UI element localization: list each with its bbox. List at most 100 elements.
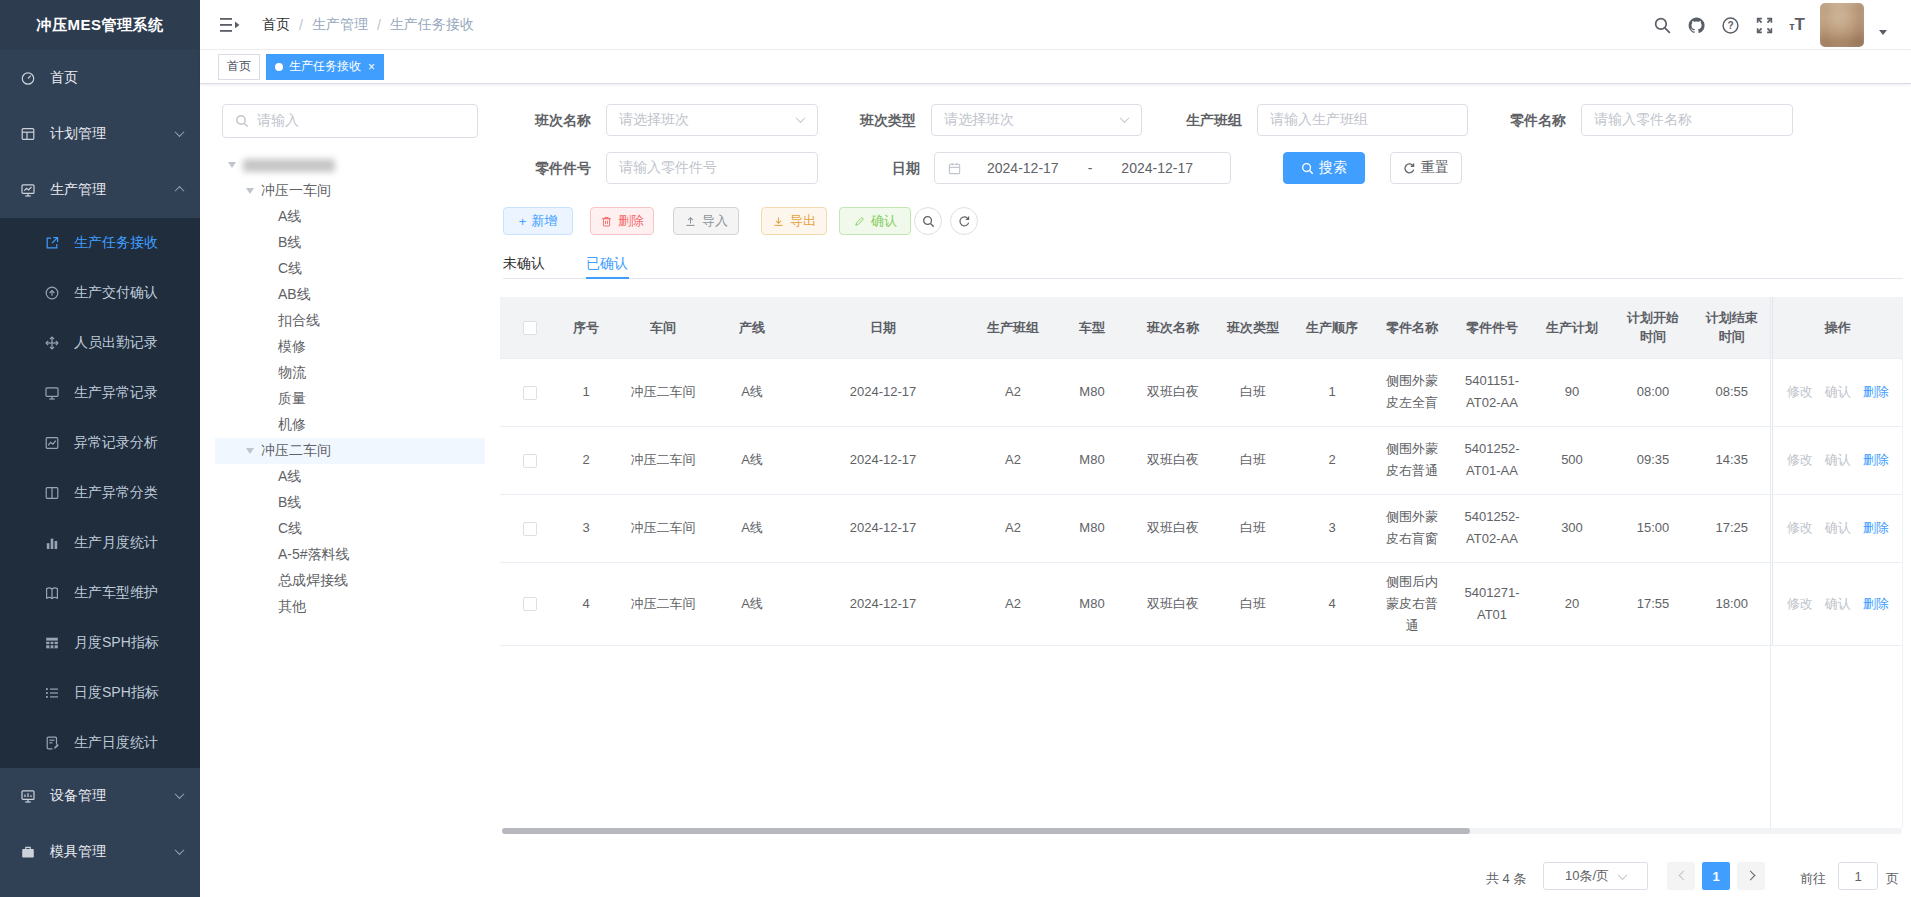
tree-node-9[interactable]: 质量	[215, 386, 485, 412]
page-1-button[interactable]: 1	[1702, 862, 1730, 890]
shift-name-label: 班次名称	[533, 104, 591, 136]
select-all-checkbox[interactable]	[523, 321, 537, 335]
help-icon[interactable]: ?	[1721, 16, 1740, 35]
sidebar-subitem-10[interactable]: 生产日度统计	[0, 718, 200, 768]
hamburger-icon[interactable]	[220, 17, 240, 33]
search-icon[interactable]	[1653, 16, 1672, 35]
delete-link[interactable]: 删除	[1863, 520, 1889, 535]
tree-node-0[interactable]	[215, 152, 485, 178]
table-refresh-button[interactable]	[950, 207, 978, 235]
delete-link[interactable]: 删除	[1863, 384, 1889, 399]
sidebar-subitem-2[interactable]: 人员出勤记录	[0, 318, 200, 368]
date-start[interactable]: 2024-12-17	[962, 160, 1084, 176]
prev-page-button[interactable]	[1667, 862, 1695, 890]
row-checkbox[interactable]	[523, 386, 537, 400]
external-link-icon	[44, 235, 60, 251]
breadcrumb-home[interactable]: 首页	[262, 16, 290, 34]
tree-node-12[interactable]: A线	[215, 464, 485, 490]
github-icon[interactable]	[1687, 16, 1706, 35]
tree-node-8[interactable]: 物流	[215, 360, 485, 386]
next-page-button[interactable]	[1737, 862, 1765, 890]
sidebar-item-4[interactable]: 模具管理	[0, 824, 200, 880]
part-name-input[interactable]: 请输入零件名称	[1581, 104, 1793, 136]
sidebar-subitem-5[interactable]: 生产异常分类	[0, 468, 200, 518]
horizontal-scrollbar-thumb[interactable]	[502, 828, 1470, 834]
avatar[interactable]	[1820, 3, 1864, 47]
shift-name-select[interactable]: 请选择班次	[606, 104, 818, 136]
fullscreen-icon[interactable]	[1755, 16, 1774, 35]
edit-link[interactable]: 修改	[1787, 596, 1813, 611]
delete-link[interactable]: 删除	[1863, 452, 1889, 467]
table-search-button[interactable]	[914, 207, 942, 235]
col-header-14: 操作	[1772, 297, 1903, 358]
tree-node-13[interactable]: B线	[215, 490, 485, 516]
confirm-link[interactable]: 确认	[1825, 452, 1851, 467]
delete-button[interactable]: 删除	[590, 207, 654, 235]
tab-unconfirmed[interactable]: 未确认	[503, 249, 545, 277]
sidebar-item-2[interactable]: 生产管理	[0, 162, 200, 218]
sidebar-subitem-9[interactable]: 日度SPH指标	[0, 668, 200, 718]
tree-node-16[interactable]: 总成焊接线	[215, 568, 485, 594]
tree-node-17[interactable]: 其他	[215, 594, 485, 620]
sidebar-item-1[interactable]: 计划管理	[0, 106, 200, 162]
select-all-checkbox-cell	[500, 297, 560, 358]
confirm-link[interactable]: 确认	[1825, 384, 1851, 399]
font-size-icon[interactable]: тT	[1789, 15, 1805, 35]
breadcrumb-current: 生产任务接收	[390, 16, 474, 34]
page-size-select[interactable]: 10条/页	[1543, 862, 1648, 890]
export-button[interactable]: 导出	[761, 207, 827, 235]
team-input[interactable]: 请输入生产班组	[1257, 104, 1468, 136]
sidebar-subitem-4[interactable]: 异常记录分析	[0, 418, 200, 468]
sidebar-subitem-7[interactable]: 生产车型维护	[0, 568, 200, 618]
tree-node-15[interactable]: A-5#落料线	[215, 542, 485, 568]
tab-home[interactable]: 首页	[218, 54, 260, 80]
edit-link[interactable]: 修改	[1787, 384, 1813, 399]
tree-node-3[interactable]: B线	[215, 230, 485, 256]
shift-type-select[interactable]: 请选择班次	[931, 104, 1142, 136]
date-end[interactable]: 2024-12-17	[1096, 160, 1218, 176]
confirm-link[interactable]: 确认	[1825, 520, 1851, 535]
add-button[interactable]: +新增	[503, 207, 573, 235]
tree-node-6[interactable]: 扣合线	[215, 308, 485, 334]
col-header-7: 班次类型	[1212, 297, 1294, 358]
tree-node-11[interactable]: 冲压二车间	[215, 438, 485, 464]
delete-link[interactable]: 删除	[1863, 596, 1889, 611]
grid-icon	[20, 126, 36, 142]
row-checkbox[interactable]	[523, 522, 537, 536]
tree-node-1[interactable]: 冲压一车间	[215, 178, 485, 204]
table-icon	[44, 635, 60, 651]
tree-node-10[interactable]: 机修	[215, 412, 485, 438]
caret-down-icon[interactable]	[1879, 30, 1887, 35]
active-dot	[275, 63, 283, 71]
tab-production-task[interactable]: 生产任务接收 ×	[266, 54, 384, 80]
sidebar-subitem-3[interactable]: 生产异常记录	[0, 368, 200, 418]
tree-node-4[interactable]: C线	[215, 256, 485, 282]
confirm-link[interactable]: 确认	[1825, 596, 1851, 611]
row-checkbox[interactable]	[523, 454, 537, 468]
edit-link[interactable]: 修改	[1787, 520, 1813, 535]
breadcrumb-production[interactable]: 生产管理	[312, 16, 368, 34]
tree-search-input[interactable]: 请输入	[222, 104, 478, 138]
sidebar-subitem-6[interactable]: 生产月度统计	[0, 518, 200, 568]
part-no-input[interactable]: 请输入零件件号	[606, 152, 818, 184]
sidebar-subitem-1[interactable]: 生产交付确认	[0, 268, 200, 318]
tree-node-2[interactable]: A线	[215, 204, 485, 230]
sidebar-item-3[interactable]: 设备管理	[0, 768, 200, 824]
goto-page-input[interactable]: 1	[1838, 862, 1878, 890]
edit-link[interactable]: 修改	[1787, 452, 1813, 467]
import-button[interactable]: 导入	[673, 207, 739, 235]
tab-confirmed[interactable]: 已确认	[586, 249, 628, 277]
row-checkbox[interactable]	[523, 597, 537, 611]
close-icon[interactable]: ×	[368, 61, 375, 73]
sidebar-subitem-0[interactable]: 生产任务接收	[0, 218, 200, 268]
search-button[interactable]: 搜索	[1283, 152, 1365, 184]
sidebar-item-0[interactable]: 首页	[0, 50, 200, 106]
tree-node-5[interactable]: AB线	[215, 282, 485, 308]
tree-node-7[interactable]: 模修	[215, 334, 485, 360]
doc-edit-icon	[44, 735, 60, 751]
confirm-button[interactable]: 确认	[839, 207, 911, 235]
reset-button[interactable]: 重置	[1390, 152, 1462, 184]
sidebar-subitem-8[interactable]: 月度SPH指标	[0, 618, 200, 668]
tree-node-14[interactable]: C线	[215, 516, 485, 542]
date-range-picker[interactable]: 2024-12-17 - 2024-12-17	[934, 152, 1231, 184]
